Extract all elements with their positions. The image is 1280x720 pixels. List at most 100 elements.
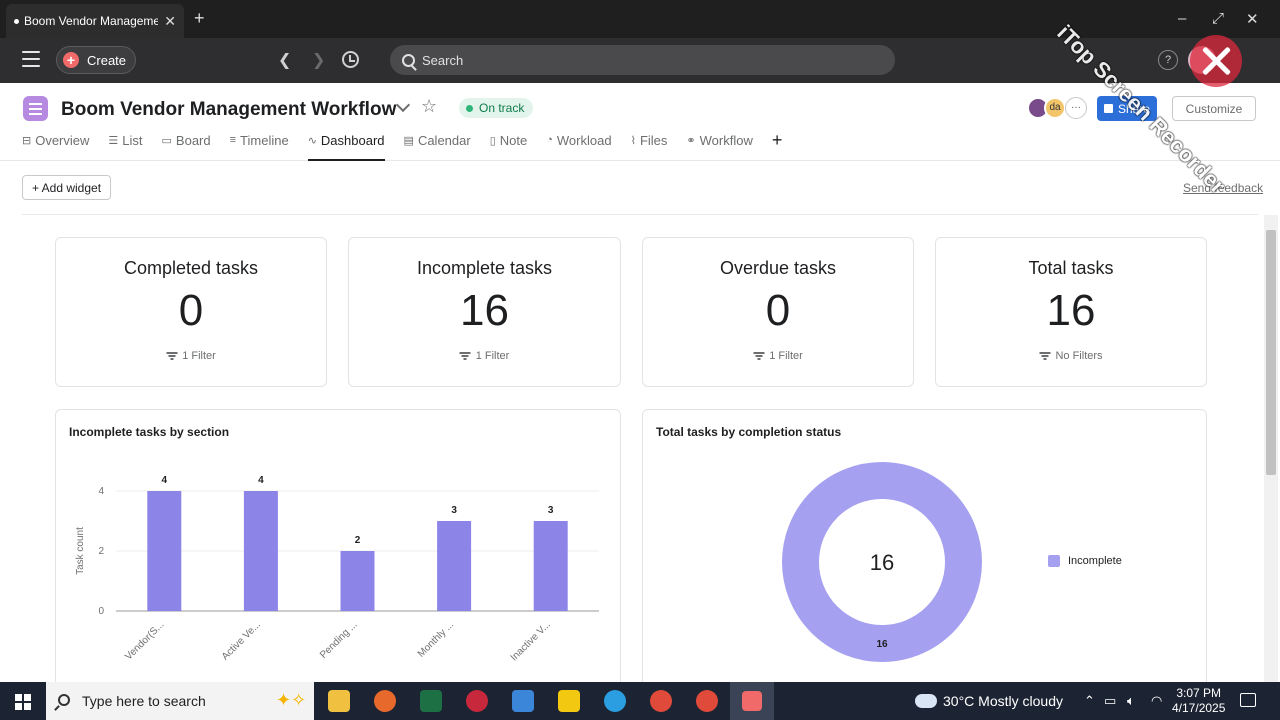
project-tabs: ⊟ Overview ☰ List ▭ Board ≡ Timeline ∿ Dashbo… <box>22 130 801 161</box>
back-arrow-icon[interactable]: ❮ <box>278 50 291 70</box>
tab-label: Workflow <box>699 133 753 148</box>
tab-label: Calendar <box>417 133 471 148</box>
more-members-icon[interactable]: ··· <box>1065 97 1087 119</box>
bar-chart: 0 2 4 Task count 4 Vendor(S... 4 Active Ve... 2 P… <box>75 475 599 663</box>
card-filter[interactable]: 1 Filter <box>349 350 620 362</box>
card-value: 16 <box>460 286 509 335</box>
excel-icon[interactable] <box>420 690 442 712</box>
hamburger-menu-icon[interactable] <box>22 51 40 67</box>
tab-workload[interactable]: ◔ Workload <box>546 133 611 161</box>
x-tick-label: Active Ve... <box>220 619 263 662</box>
add-widget-button[interactable]: + Add widget <box>22 175 111 200</box>
overdue-tasks-card[interactable]: Overdue tasks 0 1 Filter <box>642 237 914 387</box>
recorder-logo <box>1190 35 1242 87</box>
create-label: Create <box>87 52 127 68</box>
create-button[interactable]: + Create <box>56 46 136 74</box>
legend-label: Incomplete <box>1068 555 1122 567</box>
window-close-button[interactable]: ✕ <box>1246 10 1259 28</box>
project-list-icon <box>23 96 48 121</box>
browser-tab[interactable]: Boom Vendor Manageme ✕ <box>6 4 184 38</box>
tab-note[interactable]: ▯ Note <box>490 133 528 161</box>
file-explorer-icon[interactable] <box>328 690 350 712</box>
scrollbar[interactable] <box>1264 215 1278 682</box>
chevron-down-icon[interactable] <box>395 97 411 113</box>
asana-taskbar-icon[interactable] <box>730 682 774 720</box>
maximize-button[interactable]: ⤢ <box>1212 10 1224 27</box>
tab-dashboard[interactable]: ∿ Dashboard <box>307 133 385 161</box>
data-label: 4 <box>258 475 264 486</box>
incomplete-tasks-card[interactable]: Incomplete tasks 16 1 Filter <box>348 237 621 387</box>
lock-icon <box>1103 104 1113 113</box>
tab-calendar[interactable]: ▤ Calendar <box>404 133 471 161</box>
completed-tasks-card[interactable]: Completed tasks 0 1 Filter <box>55 237 327 387</box>
donut-chart-panel[interactable]: Total tasks by completion status 16 16 In… <box>642 409 1207 689</box>
legend-swatch <box>1048 555 1060 567</box>
clock[interactable]: 3:07 PM 4/17/2025 <box>1172 686 1225 716</box>
taskbar-search-placeholder: Type here to search <box>82 693 206 709</box>
card-filter[interactable]: 1 Filter <box>56 350 326 362</box>
card-filter[interactable]: No Filters <box>936 350 1206 362</box>
new-tab-button[interactable]: + <box>194 8 205 29</box>
paperclip-icon: ⌇ <box>630 135 636 147</box>
history-icon[interactable] <box>342 51 359 68</box>
minimize-button[interactable]: – <box>1178 10 1186 27</box>
add-tab-button[interactable]: + <box>772 130 783 158</box>
star-icon[interactable]: ☆ <box>421 96 437 117</box>
y-tick-label: 2 <box>98 546 104 557</box>
tab-label: List <box>122 133 143 148</box>
overview-icon: ⊟ <box>22 135 32 147</box>
firefox-icon[interactable] <box>374 690 396 712</box>
notification-icon[interactable] <box>1240 693 1256 707</box>
project-title: Boom Vendor Management Workflow <box>61 99 397 120</box>
bar-chart-panel[interactable]: Incomplete tasks by section 0 2 4 Task coun… <box>55 409 621 689</box>
tab-board[interactable]: ▭ Board <box>162 133 211 161</box>
card-filter[interactable]: 1 Filter <box>643 350 913 362</box>
filter-label: 1 Filter <box>182 350 216 362</box>
card-title: Overdue tasks <box>719 258 837 278</box>
total-tasks-card[interactable]: Total tasks 16 No Filters <box>935 237 1207 387</box>
bar <box>243 491 278 611</box>
x-tick-label: Inactive V... <box>509 619 553 663</box>
tab-timeline[interactable]: ≡ Timeline <box>230 133 289 161</box>
browser-tab-strip: Boom Vendor Manageme ✕ + – ⤢ ✕ <box>0 0 1280 38</box>
close-tab-icon[interactable]: ✕ <box>164 13 176 30</box>
power-bi-icon[interactable] <box>558 690 580 712</box>
customize-button[interactable]: Customize <box>1172 96 1256 121</box>
donut-center-value: 16 <box>870 550 894 575</box>
slice-label: 16 <box>876 639 888 650</box>
avatar: da <box>1044 97 1066 119</box>
tab-label: Files <box>639 133 668 148</box>
data-label: 3 <box>451 505 457 516</box>
filter-label: 1 Filter <box>475 350 510 362</box>
tab-workflow[interactable]: ⚭ Workflow <box>686 133 752 161</box>
screen-recorder-icon[interactable] <box>466 690 488 712</box>
search-input[interactable]: Search <box>390 45 895 75</box>
weather-widget[interactable]: 30°C Mostly cloudy <box>915 690 1063 709</box>
volume-icon[interactable]: 🔈︎ <box>1127 693 1135 709</box>
y-axis-label: Task count <box>75 527 86 575</box>
status-label: On track <box>479 101 525 115</box>
weather-text: 30°C Mostly cloudy <box>943 693 1063 709</box>
windows-start-icon[interactable] <box>15 694 31 710</box>
scrollbar-thumb[interactable] <box>1266 230 1276 475</box>
taskbar-search-input[interactable]: Type here to search ✦✧ <box>46 682 314 720</box>
edge-icon[interactable] <box>604 690 626 712</box>
workflow-icon: ⚭ <box>686 135 696 147</box>
chart-legend[interactable]: Incomplete <box>1048 555 1122 567</box>
forward-arrow-icon[interactable]: ❯ <box>312 50 325 70</box>
chrome-icon[interactable] <box>650 690 672 712</box>
status-badge[interactable]: On track <box>459 98 534 118</box>
network-icon[interactable]: ▭ <box>1104 693 1116 709</box>
chrome-icon[interactable] <box>696 690 718 712</box>
tab-list[interactable]: ☰ List <box>108 133 142 161</box>
chevron-up-icon[interactable]: ⌃ <box>1084 693 1095 709</box>
bar <box>533 521 568 611</box>
bar <box>340 551 375 611</box>
tab-label: Workload <box>556 133 612 148</box>
wifi-icon[interactable]: ◠ <box>1151 693 1162 709</box>
tab-label: Timeline <box>240 133 289 148</box>
tab-overview[interactable]: ⊟ Overview <box>22 133 89 161</box>
help-icon[interactable]: ? <box>1158 50 1178 70</box>
tab-files[interactable]: ⌇ Files <box>631 133 668 161</box>
store-icon[interactable] <box>512 690 534 712</box>
